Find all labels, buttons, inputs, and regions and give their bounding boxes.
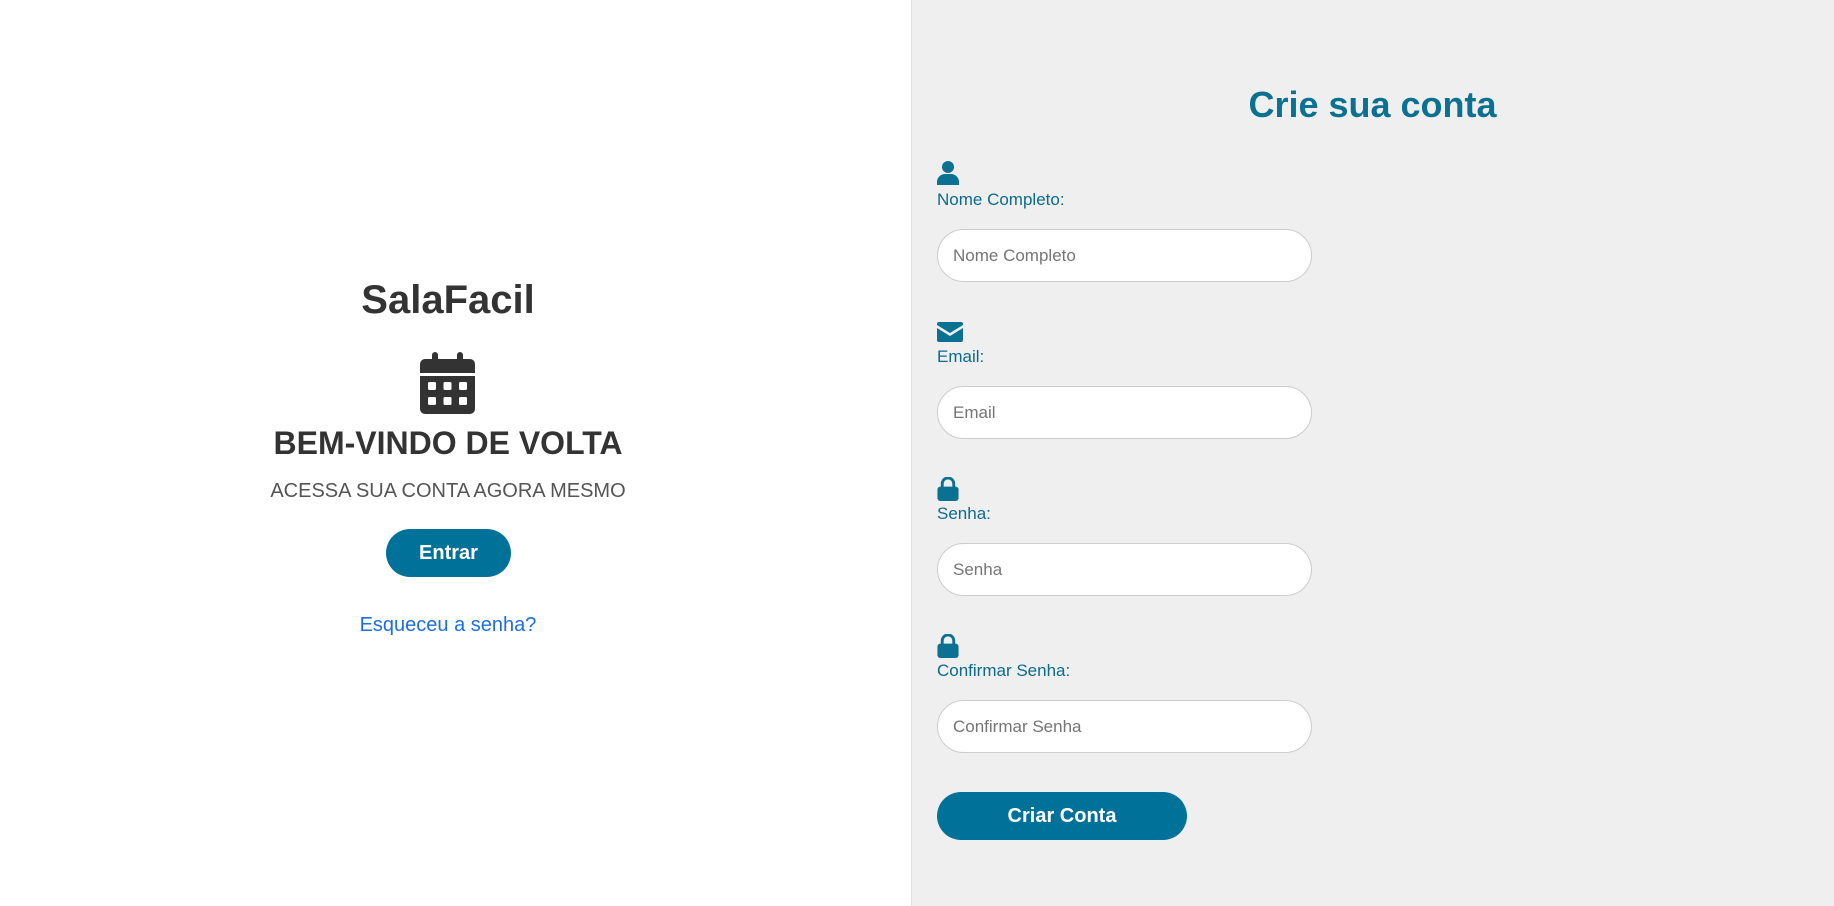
lock-icon bbox=[937, 477, 959, 501]
confirm-password-label: Confirmar Senha: bbox=[937, 661, 1071, 680]
name-input[interactable] bbox=[937, 229, 1312, 282]
forgot-password-link[interactable]: Esqueceu a senha? bbox=[0, 614, 896, 637]
signup-panel bbox=[911, 0, 1834, 906]
welcome-subtitle: ACESSA SUA CONTA AGORA MESMO bbox=[270, 480, 626, 502]
name-label: Nome Completo: bbox=[937, 190, 1065, 209]
create-account-button[interactable]: Criar Conta bbox=[937, 792, 1187, 840]
password-input[interactable] bbox=[937, 543, 1312, 596]
signup-title: Crie sua conta bbox=[1248, 84, 1497, 125]
lock-icon bbox=[937, 634, 959, 658]
email-input[interactable] bbox=[937, 386, 1312, 439]
confirm-password-input[interactable] bbox=[937, 700, 1312, 753]
welcome-title: BEM-VINDO DE VOLTA bbox=[273, 425, 623, 461]
calendar-icon bbox=[420, 352, 475, 414]
login-button[interactable]: Entrar bbox=[386, 529, 511, 577]
password-label: Senha: bbox=[937, 504, 991, 523]
user-icon bbox=[937, 161, 959, 185]
brand-title: SalaFacil bbox=[361, 278, 535, 322]
email-label: Email: bbox=[937, 347, 985, 366]
envelope-icon bbox=[937, 322, 963, 342]
